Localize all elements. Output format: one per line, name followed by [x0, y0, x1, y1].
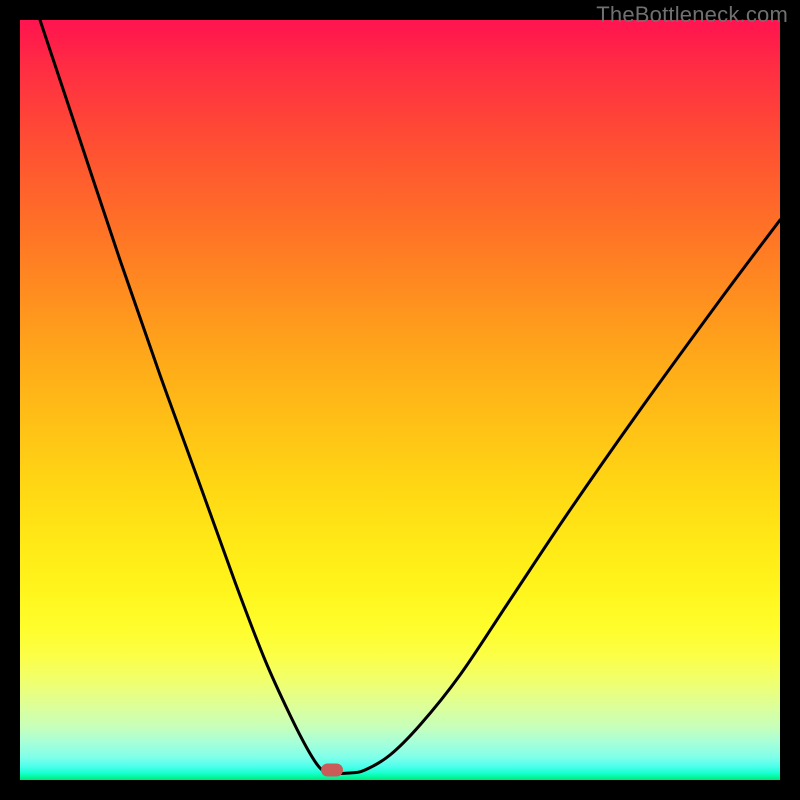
bottleneck-curve — [20, 20, 780, 780]
watermark-label: TheBottleneck.com — [596, 2, 788, 28]
optimum-marker — [321, 764, 343, 777]
chart-frame: TheBottleneck.com — [0, 0, 800, 800]
plot-area — [20, 20, 780, 780]
